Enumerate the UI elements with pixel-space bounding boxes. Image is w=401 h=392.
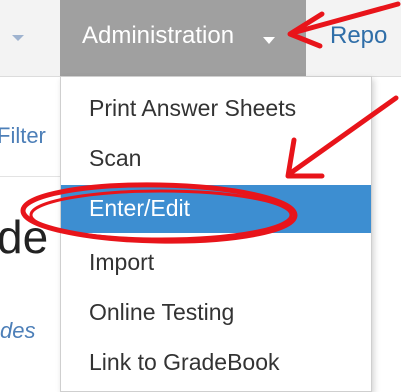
chevron-down-icon	[263, 37, 275, 44]
nav-item-administration[interactable]: Administration	[60, 0, 306, 76]
menu-item-label: Online Testing	[89, 299, 235, 325]
administration-label: Administration	[82, 22, 235, 49]
menu-item-label: Enter/Edit	[89, 195, 190, 221]
administration-dropdown-menu: Print Answer Sheets Scan Enter/Edit Impo…	[60, 76, 372, 392]
menu-item-import[interactable]: Import	[61, 239, 371, 287]
menu-item-label: Import	[89, 249, 155, 275]
filter-link[interactable]: Filter	[0, 123, 46, 149]
menu-item-enter-edit[interactable]: Enter/Edit	[61, 185, 371, 233]
nav-item-previous[interactable]	[0, 0, 60, 76]
menu-item-label: Link to GradeBook	[89, 349, 280, 375]
menu-item-print-answer-sheets[interactable]: Print Answer Sheets	[61, 85, 371, 133]
menu-item-label: Print Answer Sheets	[89, 95, 297, 121]
menu-item-link-to-gradebook[interactable]: Link to GradeBook	[61, 339, 371, 387]
nav-item-reports[interactable]: Repo	[330, 22, 387, 50]
menu-item-label: Scan	[89, 145, 142, 171]
menu-item-online-testing[interactable]: Online Testing	[61, 289, 371, 337]
menu-item-scan[interactable]: Scan	[61, 135, 371, 183]
description-link[interactable]: des	[0, 318, 35, 344]
top-navbar: Administration Repo	[0, 0, 401, 77]
page-title: de	[0, 211, 49, 263]
chevron-down-icon	[12, 35, 24, 41]
divider	[0, 176, 60, 177]
